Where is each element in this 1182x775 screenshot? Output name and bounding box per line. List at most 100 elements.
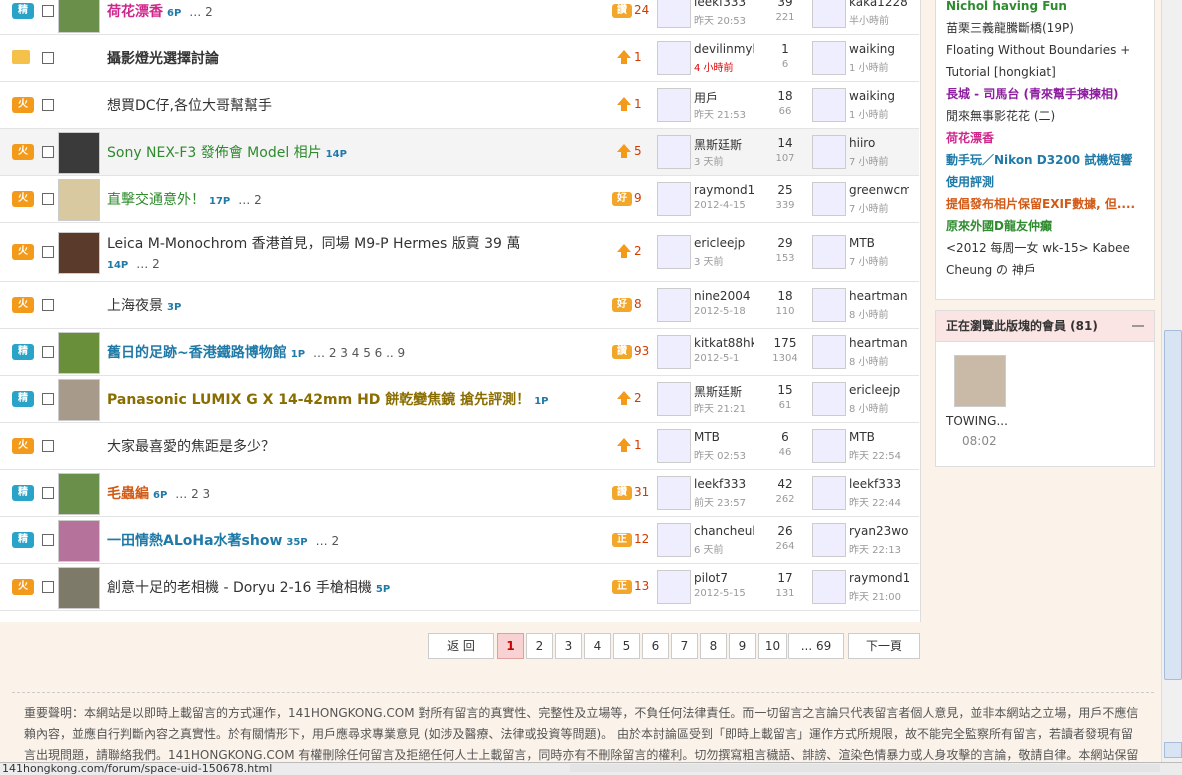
author-name[interactable]: nine2004: [694, 289, 754, 303]
page-link[interactable]: 4: [584, 633, 611, 659]
select-checkbox[interactable]: [42, 99, 54, 111]
author-name[interactable]: MTB: [694, 430, 754, 444]
last-poster-avatar[interactable]: [812, 335, 846, 369]
table-row[interactable]: 火 大家最喜愛的焦距是多少？ 1 MTB 昨天 02:53 6 46 MTB 昨天 22:54: [0, 423, 919, 470]
table-row[interactable]: 精 一田情熱ALoHa水著show 35P … 2 正 12 chancheuk 6 天前 26…: [0, 517, 919, 564]
author-name[interactable]: 用戶: [694, 89, 754, 106]
last-post-time[interactable]: 昨天 22:54: [849, 447, 901, 462]
thread-pages[interactable]: … 2: [316, 534, 339, 548]
thread-pages[interactable]: … 2: [189, 5, 212, 19]
thread-title-text[interactable]: 直擊交通意外！: [107, 192, 205, 208]
last-poster-name[interactable]: waiking: [849, 89, 909, 103]
sidebar-topic-link[interactable]: Nichol having Fun: [936, 0, 1154, 17]
last-post-time[interactable]: 昨天 22:13: [849, 541, 901, 556]
author-avatar[interactable]: [657, 41, 691, 75]
table-row[interactable]: 火 Leica M-Monochrom 香港首見，同場 M9-P Hermes 版…: [0, 223, 919, 282]
table-row[interactable]: 精 舊日的足跡~香港鐵路博物館 1P … 2 3 4 5 6 .. 9 讚 93 kitka…: [0, 329, 919, 376]
last-poster-avatar[interactable]: [812, 476, 846, 510]
last-poster-name[interactable]: kaka1228: [849, 0, 909, 9]
author-avatar[interactable]: [657, 476, 691, 510]
thread-thumbnail[interactable]: [58, 179, 100, 221]
scroll-down-icon[interactable]: [1164, 742, 1182, 758]
author-name[interactable]: ericleejp: [694, 236, 754, 250]
page-link[interactable]: ... 69: [788, 633, 844, 659]
sidebar-topic-link[interactable]: 苗栗三義龍騰斷橋(19P): [936, 17, 1154, 39]
thread-title[interactable]: Sony NEX-F3 發佈會 Model 相片 14P: [107, 142, 347, 162]
author-name[interactable]: devilinmyhe: [694, 42, 754, 56]
sidebar-topic-link[interactable]: 動手玩／Nikon D3200 試機短響: [936, 149, 1154, 171]
author-avatar[interactable]: [657, 182, 691, 216]
select-checkbox[interactable]: [42, 193, 54, 205]
last-poster-name[interactable]: ericleejp: [849, 383, 909, 397]
last-poster-avatar[interactable]: [812, 135, 846, 169]
thread-title[interactable]: Leica M-Monochrom 香港首見，同場 M9-P Hermes 版賣…: [107, 233, 520, 253]
page-link[interactable]: 2: [526, 633, 553, 659]
thread-thumbnail[interactable]: [58, 0, 100, 33]
sidebar-topic-link[interactable]: Floating Without Boundaries +: [936, 39, 1154, 61]
page-link[interactable]: 3: [555, 633, 582, 659]
thread-title-text[interactable]: 大家最喜愛的焦距是多少？: [107, 439, 275, 455]
last-poster-name[interactable]: MTB: [849, 430, 909, 444]
last-poster-avatar[interactable]: [812, 523, 846, 557]
sidebar-topic-link[interactable]: 原來外國D龍友仲癲: [936, 215, 1154, 237]
table-row[interactable]: 精 荷花漂香 6P … 2 讚 24 leekf333 昨天 20:53 39 221 kaka12…: [0, 0, 919, 35]
author-name[interactable]: kitkat88hk: [694, 336, 754, 350]
scrollbar-thumb[interactable]: [1164, 330, 1182, 680]
page-link[interactable]: 9: [729, 633, 756, 659]
last-post-time[interactable]: 7 小時前: [849, 253, 889, 268]
page-link[interactable]: 1: [497, 633, 524, 659]
last-poster-name[interactable]: hiiro: [849, 136, 909, 150]
thread-thumbnail[interactable]: [58, 232, 100, 274]
thread-pages[interactable]: … 2 3: [175, 487, 210, 501]
select-checkbox[interactable]: [42, 299, 54, 311]
table-row[interactable]: 火 直擊交通意外！ 17P … 2 好9 raymond16 2012-4-15 25 339 g…: [0, 176, 919, 223]
last-poster-name[interactable]: MTB: [849, 236, 909, 250]
thread-title[interactable]: 舊日的足跡~香港鐵路博物館 1P … 2 3 4 5 6 .. 9: [107, 342, 405, 362]
author-avatar[interactable]: [657, 0, 691, 28]
last-poster-name[interactable]: leekf333: [849, 477, 909, 491]
table-row[interactable]: 精 毛蟲編 6P … 2 3 讚 31 leekf333 前天 23:57 42 262 leekf…: [0, 470, 919, 517]
last-poster-avatar[interactable]: [812, 182, 846, 216]
last-poster-name[interactable]: waiking: [849, 42, 909, 56]
last-poster-name[interactable]: ryan23wor: [849, 524, 909, 538]
author-name[interactable]: 黑斯廷斯: [694, 383, 754, 400]
author-name[interactable]: pilot7: [694, 571, 754, 585]
page-link[interactable]: 6: [642, 633, 669, 659]
thread-title[interactable]: 荷花漂香 6P … 2: [107, 1, 213, 21]
last-post-time[interactable]: 昨天 22:44: [849, 494, 901, 509]
sidebar-topic-link[interactable]: 提倡發布相片保留EXIF數據, 但....: [936, 193, 1154, 215]
last-poster-avatar[interactable]: [812, 288, 846, 322]
last-post-time[interactable]: 昨天 21:00: [849, 588, 901, 603]
thread-title[interactable]: Panasonic LUMIX G X 14-42mm HD 餅乾變焦鏡 搶先評…: [107, 389, 548, 409]
last-poster-avatar[interactable]: [812, 429, 846, 463]
online-username[interactable]: TOWING...: [946, 414, 1008, 428]
thread-pages[interactable]: … 2: [136, 257, 159, 271]
last-poster-name[interactable]: heartman: [849, 289, 909, 303]
author-avatar[interactable]: [657, 135, 691, 169]
last-poster-name[interactable]: greenwcm: [849, 183, 909, 197]
thread-title[interactable]: 想買DC仔,各位大哥幫幫手: [107, 95, 272, 115]
last-poster-avatar[interactable]: [812, 570, 846, 604]
last-post-time[interactable]: 1 小時前: [849, 59, 889, 74]
table-row[interactable]: 火 上海夜景 3P 好 8 nine2004 2012-5-18 18 110 heartman 8…: [0, 282, 919, 329]
horizontal-scrollbar[interactable]: [570, 764, 1160, 772]
thread-title-text[interactable]: 毛蟲編: [107, 486, 149, 502]
last-post-time[interactable]: 1 小時前: [849, 106, 889, 121]
author-name[interactable]: raymond16: [694, 183, 754, 197]
author-name[interactable]: leekf333: [694, 477, 754, 491]
last-poster-avatar[interactable]: [812, 0, 846, 28]
table-row[interactable]: 攝影燈光選擇討論 1 devilinmyhe 4 小時前 1 6 waiking 1 小時前: [0, 35, 919, 82]
thread-title-text[interactable]: Panasonic LUMIX G X 14-42mm HD 餅乾變焦鏡 搶先評…: [107, 392, 530, 408]
table-row[interactable]: 火 Sony NEX-F3 發佈會 Model 相片 14P 5 黑斯廷斯 3 天前 14 1…: [0, 129, 919, 176]
sidebar-topic-link[interactable]: 荷花漂香: [936, 127, 1154, 149]
last-poster-avatar[interactable]: [812, 88, 846, 122]
sidebar-topic-link[interactable]: Cheung の 神戶: [936, 259, 1154, 281]
thread-title[interactable]: 大家最喜愛的焦距是多少？: [107, 436, 275, 456]
select-checkbox[interactable]: [42, 5, 54, 17]
author-name[interactable]: leekf333: [694, 0, 754, 9]
thread-title-text[interactable]: 想買DC仔,各位大哥幫幫手: [107, 98, 272, 114]
thread-title[interactable]: 創意十足的老相機 - Doryu 2-16 手槍相機 5P: [107, 577, 390, 597]
sidebar-topic-link[interactable]: <2012 每周一女 wk-15> Kabee: [936, 237, 1154, 259]
thread-title[interactable]: 攝影燈光選擇討論: [107, 48, 219, 68]
next-page-button[interactable]: 下一頁: [848, 633, 920, 659]
